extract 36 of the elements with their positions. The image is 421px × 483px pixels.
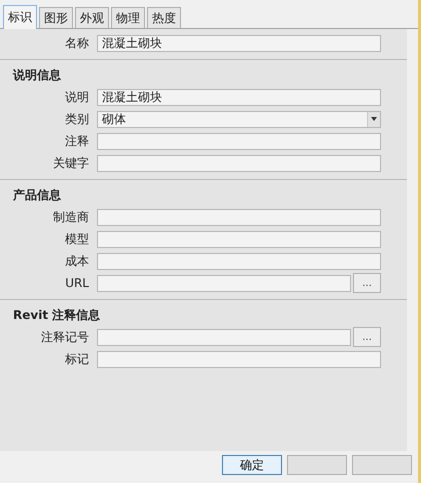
input-field[interactable] <box>97 252 381 270</box>
input-field[interactable] <box>97 274 351 292</box>
field-label: 注释 <box>64 132 90 150</box>
field-label: 模型 <box>64 230 90 248</box>
input-field[interactable] <box>97 230 381 248</box>
field-label: 标记 <box>64 350 90 368</box>
section-heading: Revit 注释信息 <box>12 307 102 324</box>
field-label: 说明 <box>64 88 90 106</box>
field-label: 制造商 <box>52 208 90 226</box>
field-label: 成本 <box>64 252 90 270</box>
dialog-button[interactable] <box>287 455 347 475</box>
dropdown-field[interactable]: 砌体 <box>97 110 381 128</box>
browse-button[interactable]: ... <box>353 273 381 293</box>
tab[interactable]: 外观 <box>75 7 109 28</box>
input-field[interactable]: 混凝土砌块 <box>97 88 381 106</box>
input-field[interactable] <box>97 350 381 368</box>
section-heading: 说明信息 <box>12 67 62 84</box>
field-label: 注释记号 <box>40 328 90 346</box>
field-label: 类别 <box>64 110 90 128</box>
tab[interactable]: 标识 <box>3 5 37 29</box>
tab[interactable]: 物理 <box>111 7 145 28</box>
section-heading: 产品信息 <box>12 187 62 204</box>
tab[interactable]: 热度 <box>147 7 181 28</box>
ok-button[interactable]: 确定 <box>222 455 282 475</box>
input-field[interactable]: 混凝土砌块 <box>97 34 381 52</box>
input-field[interactable] <box>97 132 381 150</box>
field-label: URL <box>64 276 90 290</box>
tab[interactable]: 图形 <box>39 7 73 28</box>
caret-icon <box>367 112 380 126</box>
browse-button[interactable]: ... <box>353 327 381 347</box>
dialog-button[interactable] <box>352 455 412 475</box>
input-field[interactable] <box>97 208 381 226</box>
field-label: 名称 <box>64 34 90 52</box>
field-label: 关键字 <box>52 154 90 172</box>
input-field[interactable] <box>97 154 381 172</box>
input-field[interactable] <box>97 328 351 346</box>
